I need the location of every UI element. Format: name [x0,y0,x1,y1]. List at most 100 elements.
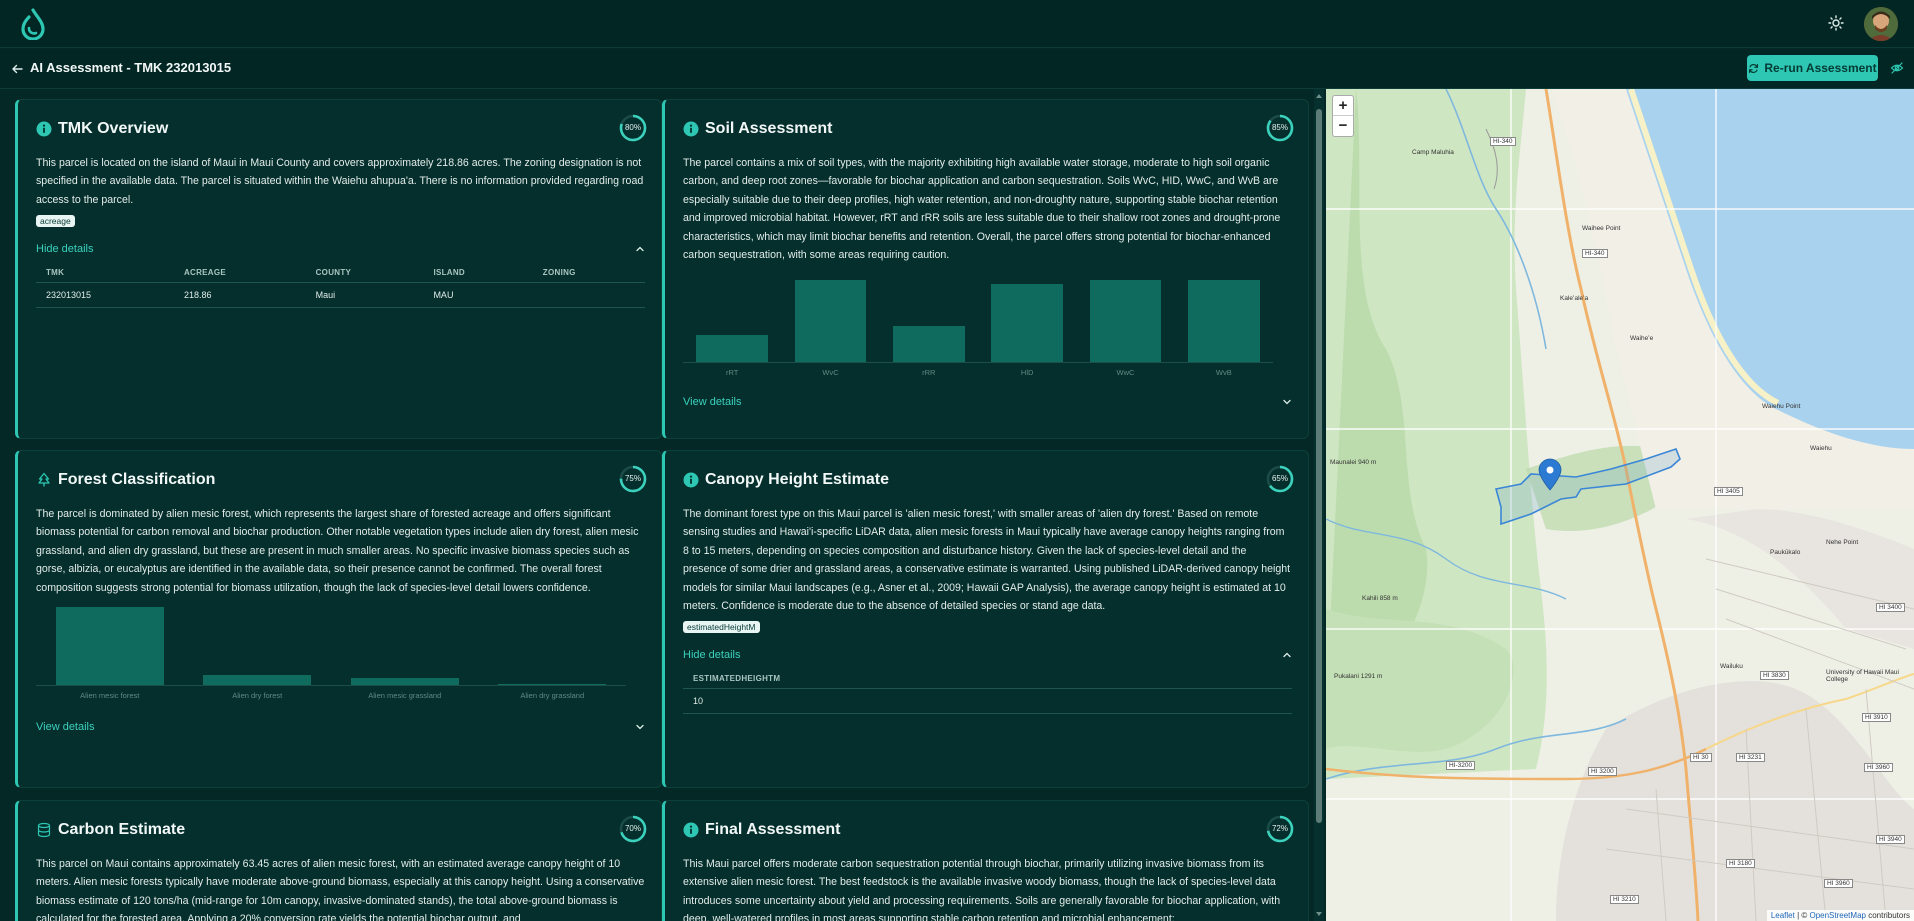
chart-bar[interactable] [203,675,312,686]
chart-bar[interactable] [350,677,459,686]
card-title: Forest Classification [58,471,216,488]
chart-bar[interactable] [1187,279,1260,363]
chart-bar[interactable] [892,326,965,363]
table-header: COUNTY [305,263,424,284]
map-label: Wailuku [1720,663,1743,670]
chevron-down-icon [636,724,644,730]
scroll-down-arrow-icon[interactable] [1315,910,1323,918]
info-icon [683,472,699,488]
confidence-value: 70% [624,824,641,833]
chart-bar[interactable] [1089,279,1162,363]
card-summary: This Maui parcel offers moderate carbon … [683,858,1281,921]
leaflet-link[interactable]: Leaflet [1771,911,1795,920]
chart-bar[interactable] [498,684,607,686]
theme-toggle-sun-icon[interactable] [1828,15,1844,31]
scroll-up-arrow-icon[interactable] [1315,92,1323,100]
table-header: ZONING [532,263,645,284]
card-summary: This parcel on Maui contains approximate… [36,858,645,921]
info-icon [36,121,52,137]
chart-category-label: Alien mesic grassland [368,691,442,701]
confidence-ring: 75% [619,465,647,493]
confidence-ring: 72% [1266,815,1294,843]
map-label: Waiehu [1810,445,1832,452]
logo-icon[interactable] [18,8,48,40]
back-arrow-icon[interactable] [10,62,24,76]
road-shield: HI-340 [1490,137,1516,146]
confidence-value: 65% [1271,474,1288,483]
table-cell: Maui [305,282,424,309]
road-shield: HI 3940 [1876,835,1905,844]
chart-bar[interactable] [794,279,867,363]
final-assessment-card: Final Assessment 72% This Maui parcel of… [662,800,1309,921]
field-tag: acreage [36,215,75,228]
chevron-up-icon [1283,653,1291,658]
toggle-label: Hide details [683,649,741,662]
road-shield: HI 3210 [1610,895,1639,904]
map-label: Kahili 858 m [1362,595,1398,602]
map-label: Maunalei 940 m [1330,459,1377,466]
chart-category-label: HlD [1020,368,1034,378]
page-title: AI Assessment - TMK 232013015 [30,60,232,75]
chart-category-label: WwC [1116,368,1135,378]
parcel-map[interactable]: + − Camp Maluhia Waihee Point Kaleʻaleʻa… [1326,89,1914,921]
map-label: Camp Maluhia [1412,149,1454,156]
confidence-value: 75% [624,474,641,483]
confidence-value: 85% [1271,123,1288,132]
card-summary: The parcel is dominated by alien mesic f… [36,508,639,594]
map-attribution: Leaflet | © OpenStreetMap contributors [1766,910,1914,921]
road-shield: HI 3200 [1588,767,1617,776]
road-shield: HI 3960 [1864,763,1893,772]
chart-category-label: WvB [1215,368,1232,378]
map-tiles[interactable] [1326,89,1914,921]
soil-assessment-card: Soil Assessment 85% The parcel contains … [662,99,1309,439]
table-cell: MAU [423,282,533,309]
hide-map-eye-off-icon[interactable] [1890,61,1904,75]
zoom-out-button[interactable]: − [1333,116,1353,136]
canopy-height-card: Canopy Height Estimate 65% The dominant … [662,450,1309,788]
chart-bar[interactable] [991,284,1064,363]
zoom-in-button[interactable]: + [1333,96,1353,116]
toggle-label: Hide details [36,243,94,256]
map-label: Kaleʻaleʻa [1560,295,1589,302]
road-shield: HI-3200 [1446,761,1476,770]
card-title: Carbon Estimate [58,821,186,838]
forest-types-bar-chart: Alien mesic forest Alien dry forest Alien … [36,605,626,707]
map-label: University of Hawaii Maui College [1826,669,1899,683]
map-label: Waiehu Point [1762,403,1801,410]
road-shield: HI 3910 [1862,713,1891,722]
chart-category-label: rRT [725,368,739,378]
rerun-assessment-button[interactable]: Re-run Assessment [1747,55,1878,81]
table-cell: 218.86 [173,282,306,309]
view-details-toggle[interactable]: View details [36,721,645,733]
card-summary: The parcel contains a mix of soil types,… [683,157,1281,262]
road-shield: HI 30 [1690,753,1712,762]
table-header: TMK [36,263,174,284]
rerun-assessment-label: Re-run Assessment [1764,61,1877,75]
user-avatar[interactable] [1864,7,1898,41]
card-title: TMK Overview [58,120,169,137]
toggle-label: View details [683,396,742,409]
map-label: Paukūkalo [1770,549,1801,556]
chart-baseline [36,685,626,687]
road-shield: HI-340 [1582,249,1608,258]
content-scrollbar[interactable] [1314,89,1324,921]
hide-details-toggle[interactable]: Hide details [683,649,1292,661]
view-details-toggle[interactable]: View details [683,396,1292,408]
scrollbar-thumb[interactable] [1316,109,1322,823]
field-tag: estimatedHeightM [683,621,760,634]
openstreetmap-link[interactable]: OpenStreetMap [1809,911,1865,920]
confidence-ring: 85% [1266,114,1294,142]
map-label: Waihee Point [1582,225,1621,232]
table-row: 10 [683,688,1292,715]
confidence-ring: 80% [619,114,647,142]
top-bar [0,0,1914,48]
chevron-up-icon [636,246,644,252]
chart-bar[interactable] [55,606,164,686]
chart-bar[interactable] [696,335,769,363]
road-shield: HI 3830 [1760,671,1789,680]
road-shield: HI 3400 [1876,603,1905,612]
hide-details-toggle[interactable]: Hide details [36,243,645,255]
table-row: 232013015 218.86 Maui MAU [36,282,645,309]
toggle-label: View details [36,721,95,734]
card-title: Final Assessment [705,821,841,838]
